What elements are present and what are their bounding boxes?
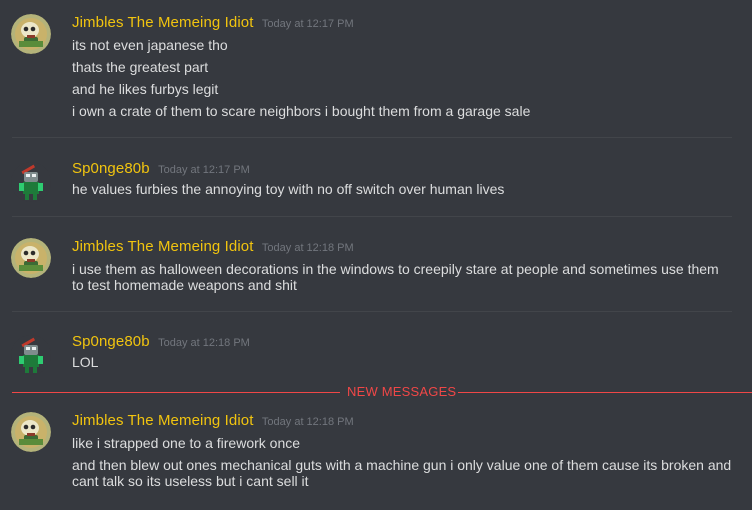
message-header: Sp0nge80b Today at 12:17 PM xyxy=(72,160,250,178)
message-text: its not even japanese tho xyxy=(72,37,228,53)
message-divider xyxy=(12,216,732,217)
message-header: Jimbles The Memeing Idiot Today at 12:18… xyxy=(72,238,354,256)
message-text: LOL xyxy=(72,354,99,370)
message-text: thats the greatest part xyxy=(72,59,209,75)
timestamp: Today at 12:18 PM xyxy=(158,337,250,349)
username[interactable]: Jimbles The Memeing Idiot xyxy=(72,412,253,429)
username[interactable]: Jimbles The Memeing Idiot xyxy=(72,238,253,255)
message-group: Jimbles The Memeing Idiot Today at 12:18… xyxy=(0,412,752,492)
timestamp: Today at 12:18 PM xyxy=(261,416,354,428)
message-text: like i strapped one to a firework once xyxy=(72,435,301,451)
new-messages-label: NEW MESSAGES xyxy=(347,384,457,399)
username[interactable]: Sp0nge80b xyxy=(72,333,150,350)
message-text: i own a crate of them to scare neighbors… xyxy=(72,103,531,119)
message-group: Sp0nge80b Today at 12:18 PM LOL xyxy=(0,333,752,375)
username[interactable]: Sp0nge80b xyxy=(72,160,150,177)
message-header: Jimbles The Memeing Idiot Today at 12:18… xyxy=(72,412,354,430)
message-text: cant talk so its useless but i cant sell… xyxy=(72,473,309,489)
message-text: i use them as halloween decorations in t… xyxy=(72,261,719,277)
username[interactable]: Jimbles The Memeing Idiot xyxy=(72,14,253,31)
robot-avatar-icon[interactable] xyxy=(11,335,51,375)
message-divider xyxy=(12,311,732,312)
robot-avatar-icon[interactable] xyxy=(11,162,51,202)
message-text: to test homemade weapons and shit xyxy=(72,277,297,293)
message-header: Sp0nge80b Today at 12:18 PM xyxy=(72,333,250,351)
message-text: and then blew out ones mechanical guts w… xyxy=(72,457,732,473)
skeleton-avatar-icon[interactable] xyxy=(11,14,51,54)
message-text: and he likes furbys legit xyxy=(72,81,219,97)
message-group: Jimbles The Memeing Idiot Today at 12:18… xyxy=(0,238,752,298)
skeleton-avatar-icon[interactable] xyxy=(11,238,51,278)
new-messages-line-right xyxy=(458,392,752,393)
timestamp: Today at 12:18 PM xyxy=(261,242,354,254)
message-group: Jimbles The Memeing Idiot Today at 12:17… xyxy=(0,14,752,124)
message-divider xyxy=(12,137,732,138)
new-messages-divider: NEW MESSAGES xyxy=(12,384,752,399)
message-group: Sp0nge80b Today at 12:17 PM he values fu… xyxy=(0,160,752,202)
new-messages-line-left xyxy=(12,392,340,393)
timestamp: Today at 12:17 PM xyxy=(158,164,250,176)
message-text: he values furbies the annoying toy with … xyxy=(72,181,505,197)
message-header: Jimbles The Memeing Idiot Today at 12:17… xyxy=(72,14,354,32)
skeleton-avatar-icon[interactable] xyxy=(11,412,51,452)
timestamp: Today at 12:17 PM xyxy=(261,18,354,30)
chat-messages: Jimbles The Memeing Idiot Today at 12:17… xyxy=(0,0,752,510)
